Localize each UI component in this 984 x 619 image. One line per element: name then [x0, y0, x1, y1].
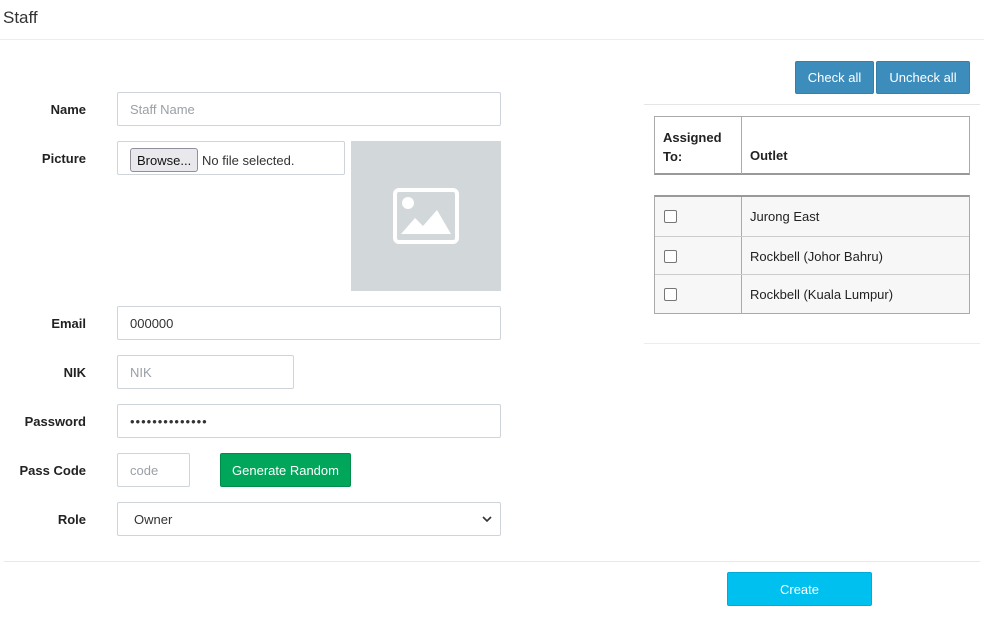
file-status: No file selected.	[202, 153, 295, 168]
nik-input[interactable]	[117, 355, 294, 389]
outlet-table-header: Assigned To: Outlet	[654, 116, 970, 175]
picture-label: Picture	[41, 151, 86, 166]
nik-label: NIK	[63, 365, 86, 380]
table-row: Rockbell (Kuala Lumpur)	[655, 274, 969, 313]
name-label: Name	[50, 102, 86, 117]
outlet-name: Rockbell (Johor Bahru)	[750, 249, 883, 264]
outlet-checkbox[interactable]	[664, 288, 677, 302]
create-button[interactable]: Create	[727, 572, 872, 606]
password-input[interactable]	[117, 404, 501, 438]
outlet-checkbox[interactable]	[664, 250, 677, 263]
outlet-table-body: Jurong East Rockbell (Johor Bahru) Rockb…	[654, 195, 970, 314]
picture-file-input[interactable]: Browse... No file selected.	[117, 141, 345, 175]
email-input[interactable]	[117, 306, 501, 340]
column-header-assigned: Assigned To:	[663, 130, 722, 164]
assignment-bottom-divider	[644, 343, 980, 344]
footer-divider	[4, 561, 980, 562]
image-icon	[393, 188, 459, 244]
generate-random-button[interactable]: Generate Random	[220, 453, 351, 487]
table-row: Jurong East	[655, 197, 969, 236]
uncheck-all-button[interactable]: Uncheck all	[876, 61, 970, 94]
page-title: Staff	[3, 8, 38, 27]
password-label: Password	[24, 414, 86, 429]
role-select[interactable]: Owner	[117, 502, 501, 536]
column-divider	[741, 275, 742, 313]
outlet-name: Rockbell (Kuala Lumpur)	[750, 287, 894, 303]
column-divider	[741, 197, 742, 236]
chevron-down-icon	[482, 516, 492, 523]
role-selected-value: Owner	[134, 512, 173, 527]
browse-button[interactable]: Browse...	[130, 148, 199, 172]
column-header-outlet: Outlet	[750, 148, 788, 163]
role-label: Role	[57, 512, 86, 527]
header-divider	[0, 39, 984, 40]
pass-code-label: Pass Code	[19, 463, 86, 478]
name-input[interactable]	[117, 92, 501, 126]
table-row: Rockbell (Johor Bahru)	[655, 236, 969, 275]
column-divider	[741, 117, 742, 174]
email-label: Email	[51, 316, 86, 331]
column-divider	[741, 237, 742, 275]
pass-code-input[interactable]	[117, 453, 190, 487]
outlet-checkbox[interactable]	[664, 210, 677, 223]
outlet-name: Jurong East	[750, 209, 820, 224]
picture-preview	[351, 141, 501, 291]
assignment-top-divider	[644, 104, 980, 105]
check-all-button[interactable]: Check all	[795, 61, 874, 94]
